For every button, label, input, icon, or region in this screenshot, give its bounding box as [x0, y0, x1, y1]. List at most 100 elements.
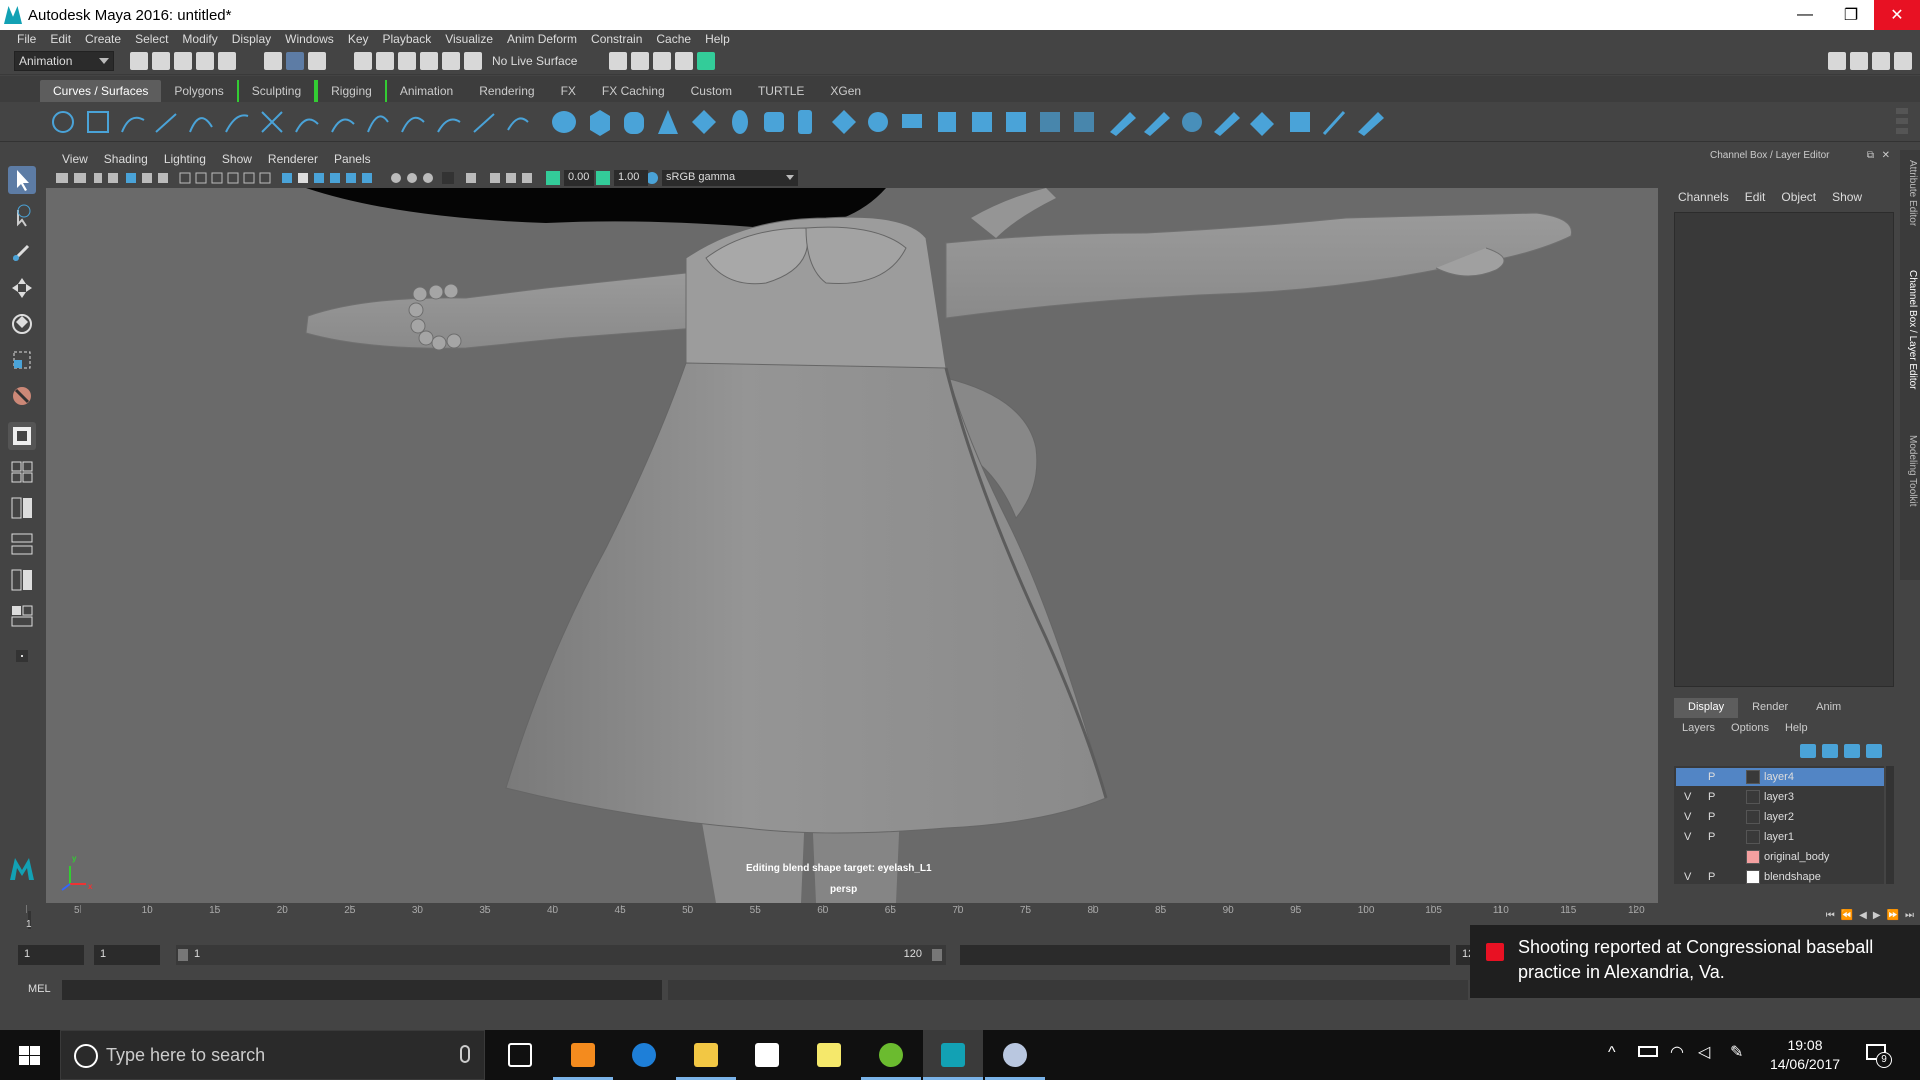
task-view-button[interactable] [490, 1030, 550, 1080]
tab-animation[interactable]: Animation [387, 80, 466, 102]
single-perspective-layout-icon[interactable] [8, 422, 36, 450]
paint-select-tool-icon[interactable] [8, 238, 36, 266]
move-layer-up-icon[interactable] [1800, 744, 1816, 758]
panel-menu-panels[interactable]: Panels [326, 152, 379, 166]
microphone-icon[interactable] [460, 1045, 470, 1063]
viewport-persp[interactable]: y x Editing blend shape target: eyelash_… [46, 188, 1658, 903]
layer-color-swatch[interactable] [1746, 810, 1760, 824]
taskbar-search[interactable]: Type here to search [60, 1030, 485, 1080]
float-panel-icon[interactable]: ⧉ [1867, 150, 1874, 161]
tab-rendering[interactable]: Rendering [466, 80, 547, 102]
toolbox-more-icon[interactable] [8, 642, 36, 670]
layout-panel-icon[interactable] [1850, 52, 1868, 70]
new-empty-layer-icon[interactable] [1844, 744, 1860, 758]
layout-toggle-icon[interactable] [1828, 52, 1846, 70]
layer-playback-toggle[interactable]: P [1708, 871, 1720, 883]
chevron-up-icon[interactable]: ^ [1608, 1044, 1616, 1062]
snap-point-icon[interactable] [398, 52, 416, 70]
menu-display[interactable]: Display [225, 32, 278, 46]
tab-modeling-toolkit[interactable]: Modeling Toolkit [1902, 435, 1918, 507]
layer-color-swatch[interactable] [1746, 790, 1760, 804]
layer-row[interactable]: V P layer2 [1676, 808, 1884, 826]
save-scene-icon[interactable] [174, 52, 192, 70]
outliner-persp-layout-icon[interactable] [8, 602, 36, 630]
menu-windows[interactable]: Windows [278, 32, 341, 46]
close-icon[interactable]: ✕ [1882, 150, 1890, 161]
last-tool-icon[interactable] [8, 382, 36, 410]
menu-help[interactable]: Help [698, 32, 737, 46]
menu-visualize[interactable]: Visualize [438, 32, 500, 46]
menu-file[interactable]: File [10, 32, 43, 46]
cb-menu-edit[interactable]: Edit [1737, 190, 1774, 210]
tab-fx-caching[interactable]: FX Caching [589, 80, 678, 102]
layer-playback-toggle[interactable]: P [1708, 831, 1720, 843]
time-slider[interactable]: 5 10 15 20 25 30 35 40 45 50 55 60 65 70 75 80 85 90 95 100… [20, 905, 1645, 933]
taskbar-app-sticky-notes[interactable] [799, 1030, 859, 1080]
tab-polygons[interactable]: Polygons [161, 80, 236, 102]
tab-fx[interactable]: FX [548, 80, 589, 102]
restore-button[interactable]: ❐ [1828, 0, 1874, 30]
snap-view-icon[interactable] [420, 52, 438, 70]
rotate-tool-icon[interactable] [8, 310, 36, 338]
panel-menu-view[interactable]: View [54, 152, 96, 166]
menu-playback[interactable]: Playback [376, 32, 439, 46]
volume-icon[interactable]: ◁ [1698, 1042, 1710, 1062]
persp-outliner-layout-icon[interactable] [8, 530, 36, 558]
menu-key[interactable]: Key [341, 32, 376, 46]
command-input[interactable] [62, 980, 662, 1000]
persp-uv-layout-icon[interactable] [8, 566, 36, 594]
four-view-layout-icon[interactable] [8, 458, 36, 486]
playback-start-field[interactable]: 1 [94, 945, 160, 965]
taskbar-app-maya[interactable] [923, 1030, 983, 1080]
layer-visibility-toggle[interactable]: V [1684, 791, 1696, 803]
command-language-label[interactable]: MEL [28, 983, 51, 995]
redo-icon[interactable] [218, 52, 236, 70]
tab-curves-surfaces[interactable]: Curves / Surfaces [40, 80, 162, 102]
layer-playback-toggle[interactable]: P [1708, 811, 1720, 823]
layer-row[interactable]: P layer4 [1676, 768, 1884, 786]
panel-menu-show[interactable]: Show [214, 152, 260, 166]
tab-rigging[interactable]: Rigging [316, 80, 387, 102]
menu-set-dropdown[interactable]: Animation [14, 51, 114, 71]
layout-tool-icon[interactable] [1894, 52, 1912, 70]
taskbar-app-store[interactable] [737, 1030, 797, 1080]
panel-menu-renderer[interactable]: Renderer [260, 152, 326, 166]
menu-modify[interactable]: Modify [175, 32, 224, 46]
view-transform-dropdown[interactable]: sRGB gamma [662, 170, 798, 186]
render-view-icon[interactable] [609, 52, 628, 70]
tab-turtle[interactable]: TURTLE [745, 80, 817, 102]
move-layer-down-icon[interactable] [1822, 744, 1838, 758]
tab-attribute-editor[interactable]: Attribute Editor [1902, 160, 1918, 226]
menu-create[interactable]: Create [78, 32, 128, 46]
tab-xgen[interactable]: XGen [817, 80, 874, 102]
select-component-icon[interactable] [308, 52, 326, 70]
le-menu-options[interactable]: Options [1723, 722, 1777, 734]
minimize-button[interactable]: — [1782, 0, 1828, 30]
undo-icon[interactable] [196, 52, 214, 70]
layer-visibility-toggle[interactable]: V [1684, 831, 1696, 843]
step-forward-key-icon[interactable]: ⏩ [1887, 910, 1899, 926]
layer-row[interactable]: V P blendshape [1676, 868, 1884, 886]
move-tool-icon[interactable] [8, 274, 36, 302]
range-slider[interactable]: 1 120 [176, 945, 946, 965]
layer-row[interactable]: V P layer3 [1676, 788, 1884, 806]
layer-visibility-toggle[interactable]: V [1684, 871, 1696, 883]
start-button[interactable] [0, 1030, 60, 1080]
hypershade-icon[interactable] [697, 52, 716, 70]
step-back-key-icon[interactable]: ⏪ [1841, 910, 1853, 926]
tab-display[interactable]: Display [1674, 698, 1739, 718]
tab-render[interactable]: Render [1738, 698, 1802, 718]
live-surface-icon[interactable] [464, 52, 482, 70]
layer-row[interactable]: original_body [1676, 848, 1884, 866]
snap-grid-icon[interactable] [354, 52, 372, 70]
tab-sculpting[interactable]: Sculpting [236, 80, 317, 102]
channel-box-area[interactable] [1674, 212, 1894, 687]
persp-graph-layout-icon[interactable] [8, 494, 36, 522]
layer-row[interactable]: V P layer1 [1676, 828, 1884, 846]
snap-surface-icon[interactable] [442, 52, 460, 70]
taskbar-app-paint[interactable] [985, 1030, 1045, 1080]
le-menu-help[interactable]: Help [1777, 722, 1816, 734]
tab-anim[interactable]: Anim [1802, 698, 1855, 718]
news-notification[interactable]: Shooting reported at Congressional baseb… [1470, 925, 1920, 998]
menu-constrain[interactable]: Constrain [584, 32, 649, 46]
